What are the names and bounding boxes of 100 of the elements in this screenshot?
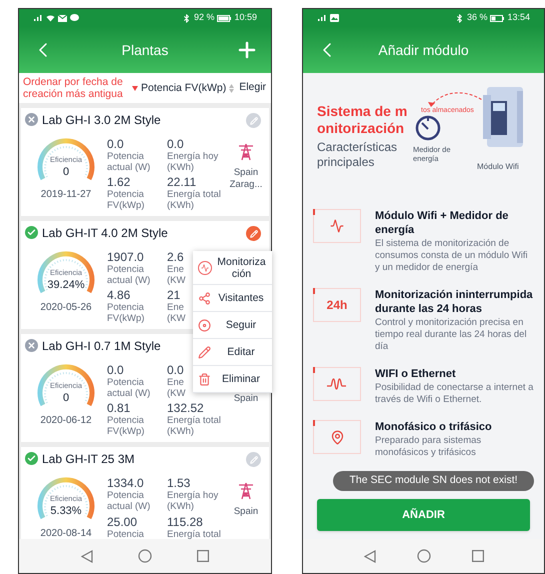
plant-date: 2019-11-27 (40, 189, 92, 201)
battery-percent: 92 % (194, 11, 214, 24)
feature-title: Módulo Wifi + Medidor de energía (375, 209, 510, 237)
metric-value: 25.00 (107, 514, 138, 528)
signal-icon (33, 14, 43, 22)
chat-icon (70, 14, 79, 22)
metric-value: 0.0 (107, 137, 124, 151)
meter-icon (415, 115, 441, 141)
sort-option[interactable]: Potencia FV(kWp) (141, 82, 234, 94)
metric-label: Potencia actual (W) (107, 264, 150, 286)
hero-title: Sistema de monitorización (317, 103, 408, 137)
caret-down-icon (132, 86, 138, 90)
battery-icon (490, 14, 504, 22)
metric-value: 4.86 (107, 288, 130, 302)
metric-value: 22.11 (167, 175, 196, 189)
recents-nav-icon[interactable] (196, 550, 209, 562)
pulse-icon (330, 219, 344, 233)
toast-message: The SEC module SN does not exist! (333, 471, 534, 491)
metric-label: Potencia actual (W) (107, 377, 150, 399)
pulse-circle-icon (198, 260, 212, 274)
plant-location: Spain (234, 393, 258, 405)
metric-value: 0.0 (107, 363, 124, 377)
feature-title: WIFI o Ethernet (375, 367, 457, 381)
metric-label: Potencia FV(kWp) (107, 189, 144, 211)
plant-name: Lab GH-IT 25 3M (42, 452, 134, 466)
menu-item[interactable]: Seguir (193, 312, 272, 339)
plant-date: 2020-08-14 (40, 528, 92, 539)
efficiency-value: 39.24% (46, 279, 86, 292)
edit-button[interactable] (246, 226, 261, 241)
battery-percent: 36 % (466, 11, 488, 24)
plant-date: 2020-05-26 (40, 302, 92, 314)
metric-label: Potencia actual (W) (107, 490, 150, 512)
feature-title: Monitorización ininterrumpida durante las 24 horas (375, 288, 534, 316)
mail-icon (58, 14, 67, 22)
plant-location: Spain Zarag... (228, 167, 264, 191)
sort-option[interactable]: Ordenar por fecha de creación más antigua (23, 76, 138, 100)
metric-label: Potencia (107, 528, 144, 539)
metric-label: Ene (KW (167, 302, 186, 324)
metric-label: Energía hoy (KWh) (167, 151, 218, 173)
metric-value: 1.53 (167, 476, 190, 490)
back-nav-icon[interactable] (364, 550, 376, 562)
feature-description: Control y monitorización precisa en tiempo real durante las 24 horas del día (375, 317, 528, 353)
location-pin-icon (330, 430, 344, 444)
bluetooth-icon (454, 14, 464, 22)
efficiency-value: 5.33% (49, 505, 83, 518)
home-nav-icon[interactable] (416, 549, 430, 563)
metric-value: 2.6 (167, 250, 184, 264)
clock-time: 13:54 (507, 11, 530, 24)
menu-item[interactable]: Editar (193, 339, 272, 366)
efficiency-value: 0 (62, 392, 70, 405)
metric-label: Energía total (KWh) (167, 189, 221, 211)
plant-name: Lab GH-I 0.7 1M Style (42, 339, 161, 353)
image-icon (330, 14, 339, 22)
clock-time: 10:59 (234, 11, 257, 24)
icon-label: 24h (326, 297, 348, 314)
metric-label: Energía hoy (KWh) (167, 490, 218, 512)
feature-description: Preparado para sistemas monofásicos y trifásicos (375, 435, 482, 459)
efficiency-value: 0 (62, 166, 70, 179)
feature-description: Posibilidad de conectarse a internet a través de Wifi o Ethernet. (375, 382, 534, 406)
metric-value: 0.81 (107, 401, 130, 415)
pencil-icon (198, 346, 211, 358)
home-nav-icon[interactable] (138, 549, 152, 563)
metric-label: Potencia FV(kWp) (107, 302, 144, 324)
signal-icon (317, 14, 327, 22)
plant-name: Lab GH-IT 4.0 2M Style (42, 226, 168, 240)
sort-icon (229, 84, 234, 92)
metric-label: Ene (KW (167, 264, 186, 286)
metric-value: 0.0 (167, 137, 184, 151)
metric-value: 1334.0 (107, 476, 144, 490)
metric-value: 1907.0 (107, 250, 144, 264)
metric-value: 115.28 (167, 514, 203, 528)
pylon-icon (238, 143, 254, 161)
menu-item[interactable]: Monitorización (193, 251, 272, 285)
back-nav-icon[interactable] (81, 550, 94, 562)
menu-item[interactable]: Visitantes (193, 285, 272, 312)
trash-icon (198, 372, 211, 386)
plant-location: Spain (234, 506, 258, 518)
metric-label: Energía total (KWh) (167, 415, 221, 437)
recents-nav-icon[interactable] (472, 550, 484, 562)
feature-title: Monofásico o trifásico (375, 420, 493, 434)
metric-label: Ene (KW (167, 377, 186, 399)
metric-label: Energía total (167, 528, 221, 539)
metric-label: Potencia actual (W) (107, 151, 150, 173)
metric-label: Potencia FV(kWp) (107, 415, 144, 437)
menu-item[interactable]: Eliminar (193, 366, 272, 393)
screen-title: Añadir módulo (378, 40, 469, 60)
hero-subtitle: Características principales (317, 140, 398, 170)
battery-icon (217, 14, 232, 22)
filter-button[interactable]: Elegir (239, 80, 266, 96)
metric-value: 0.0 (167, 363, 184, 377)
pencil-icon (250, 230, 258, 238)
metric-value: 21 (167, 288, 180, 302)
pencil-icon (250, 456, 258, 464)
metric-value: 132.52 (167, 401, 204, 415)
pencil-icon (250, 116, 258, 124)
bluetooth-icon (182, 14, 191, 22)
feature-description: El sistema de monitorización de consumos consta de un módulo Wifi y un medidor de energía (375, 238, 529, 274)
wifi-icon (46, 14, 55, 22)
metric-value: 1.62 (107, 175, 130, 189)
plant-date: 2020-06-12 (40, 415, 92, 427)
